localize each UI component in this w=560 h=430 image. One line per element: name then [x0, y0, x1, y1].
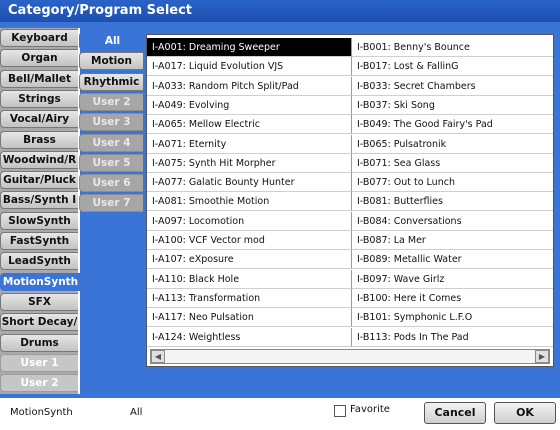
category-tab[interactable]: Brass — [0, 130, 78, 149]
category-tab[interactable]: Guitar/Pluck — [0, 171, 78, 190]
scroll-left-button[interactable]: ◀ — [151, 350, 165, 363]
program-cell[interactable]: I-B001: Benny's Bounce — [352, 38, 553, 57]
subcategory-tab: User 7 — [79, 194, 143, 213]
program-cell[interactable]: I-B100: Here it Comes — [352, 289, 553, 308]
program-cell[interactable]: I-A081: Smoothie Motion — [147, 192, 352, 212]
category-tab[interactable]: Keyboard — [0, 29, 78, 47]
category-tab[interactable]: Vocal/Airy — [0, 110, 78, 129]
program-cell[interactable]: I-A124: Weightless — [147, 327, 352, 347]
category-tab: User 2 — [0, 374, 78, 393]
program-cell[interactable]: I-A110: Black Hole — [147, 269, 352, 289]
category-tab[interactable]: Organ — [0, 49, 78, 68]
cancel-button[interactable]: Cancel — [424, 402, 486, 424]
program-cell[interactable]: I-A017: Liquid Evolution VJS — [147, 57, 352, 77]
subcategory-tab: User 3 — [79, 113, 143, 132]
program-cell[interactable]: I-A077: Galatic Bounty Hunter — [147, 173, 352, 193]
program-cell[interactable]: I-A001: Dreaming Sweeper — [147, 38, 352, 57]
arrow-left-icon: ◀ — [154, 352, 162, 361]
program-cell[interactable]: I-A117: Neo Pulsation — [147, 308, 352, 328]
program-cell[interactable]: I-B033: Secret Chambers — [352, 77, 553, 96]
subcategory-tab[interactable]: Motion — [79, 52, 143, 71]
program-cell[interactable]: I-B049: The Good Fairy's Pad — [352, 115, 553, 135]
category-tab[interactable]: Strings — [0, 89, 78, 108]
program-cell[interactable]: I-A065: Mellow Electric — [147, 115, 352, 135]
program-cell[interactable]: I-A113: Transformation — [147, 288, 352, 308]
current-category-readout: MotionSynth — [10, 407, 73, 418]
program-cell[interactable]: I-B037: Ski Song — [352, 96, 553, 115]
program-cell[interactable]: I-A049: Evolving — [147, 95, 352, 115]
program-cell[interactable]: I-B113: Pods In The Pad — [352, 328, 553, 347]
scroll-right-button[interactable]: ▶ — [535, 350, 549, 363]
program-cell[interactable]: I-A071: Eternity — [147, 134, 352, 154]
program-list: I-A001: Dreaming Sweeper I-A017: Liquid E… — [146, 34, 554, 367]
category-tab[interactable]: MotionSynth — [0, 272, 80, 291]
category-tab[interactable]: SFX — [0, 292, 78, 311]
program-cell[interactable]: I-A075: Synth Hit Morpher — [147, 153, 352, 173]
program-cell[interactable]: I-B084: Conversations — [352, 212, 553, 231]
checkbox-box[interactable] — [334, 405, 346, 417]
favorite-label: Favorite — [350, 404, 390, 415]
category-tab: User 1 — [0, 353, 78, 372]
subcategory-tab: User 6 — [79, 174, 143, 193]
category-tab[interactable]: FastSynth — [0, 232, 78, 250]
subcategory-tab: User 5 — [79, 153, 143, 172]
program-cell[interactable]: I-A033: Random Pitch Split/Pad — [147, 76, 352, 96]
program-cell[interactable]: I-A100: VCF Vector mod — [147, 231, 352, 250]
current-subcategory-readout: All — [130, 407, 143, 418]
program-cell[interactable]: I-B065: Pulsatronik — [352, 135, 553, 154]
subcategory-tab[interactable]: All — [79, 32, 145, 50]
program-cell[interactable]: I-B097: Wave Girlz — [352, 270, 553, 289]
arrow-right-icon: ▶ — [538, 352, 546, 361]
category-tab[interactable]: LeadSynth — [0, 252, 78, 271]
program-cell[interactable]: I-A107: eXposure — [147, 250, 352, 270]
horizontal-scrollbar[interactable]: ◀ ▶ — [150, 349, 550, 364]
footer-bar: MotionSynth All Favorite Cancel OK — [0, 398, 560, 430]
program-cell[interactable]: I-B101: Symphonic L.F.O — [352, 308, 553, 328]
program-cell[interactable]: I-B089: Metallic Water — [352, 250, 553, 270]
category-tab[interactable]: Woodwind/R — [0, 150, 78, 169]
category-tab[interactable]: Bass/Synth I — [0, 191, 78, 210]
ok-button[interactable]: OK — [494, 402, 556, 424]
subcategory-tab[interactable]: Rhythmic — [79, 72, 143, 91]
dialog-title: Category/Program Select — [0, 0, 560, 22]
program-cell[interactable]: I-B087: La Mer — [352, 231, 553, 250]
subcategory-tab: User 2 — [79, 92, 143, 111]
program-cell[interactable]: I-A097: Locomotion — [147, 211, 352, 231]
subcategory-tab: User 4 — [79, 133, 143, 152]
category-tab[interactable]: Drums — [0, 333, 78, 352]
category-tab[interactable]: Bell/Mallet — [0, 69, 78, 88]
category-tab[interactable]: Short Decay/ — [0, 313, 78, 332]
program-cell[interactable]: I-B077: Out to Lunch — [352, 173, 553, 193]
program-cell[interactable]: I-B081: Butterflies — [352, 192, 553, 212]
program-cell[interactable]: I-B071: Sea Glass — [352, 154, 553, 173]
program-cell[interactable]: I-B017: Lost & FallinG — [352, 57, 553, 77]
category-tab[interactable]: SlowSynth — [0, 211, 78, 230]
